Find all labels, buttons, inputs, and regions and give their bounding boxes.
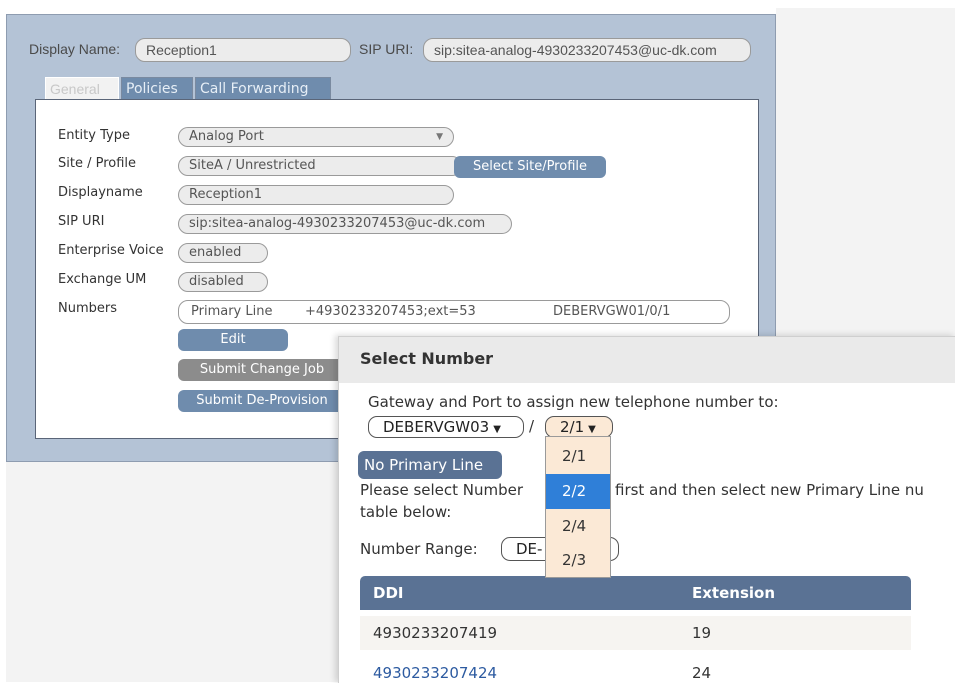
sip-uri-field[interactable]: sip:sitea-analog-4930233207453@uc-dk.com	[423, 38, 751, 62]
number-port: DEBERVGW01/0/1	[553, 304, 671, 319]
port-option-2-1[interactable]: 2/1	[546, 439, 610, 474]
dialog-title: Select Number	[360, 349, 494, 368]
port-select[interactable]: 2/1 ▼	[545, 416, 613, 438]
submit-change-job-button[interactable]: Submit Change Job	[178, 359, 346, 381]
tab-call-forwarding[interactable]: Call Forwarding	[195, 77, 331, 101]
number-table-header: DDI Extension	[360, 576, 911, 610]
background-region	[776, 8, 955, 342]
instruction-text-line2: table below:	[360, 503, 452, 521]
number-range-label: Number Range:	[360, 540, 478, 558]
edit-button[interactable]: Edit	[178, 329, 288, 351]
numbers-label: Numbers	[58, 301, 117, 316]
chevron-down-icon: ▼	[436, 132, 443, 142]
displayname-field[interactable]: Reception1	[178, 185, 454, 205]
display-name-field[interactable]: Reception1	[135, 38, 351, 62]
ddi-cell: 4930233207424	[373, 664, 498, 682]
port-option-2-4[interactable]: 2/4	[546, 509, 610, 544]
background-region	[6, 462, 338, 682]
select-site-profile-button[interactable]: Select Site/Profile	[454, 156, 606, 178]
gateway-select[interactable]: DEBERVGW03 ▼	[368, 416, 524, 438]
site-profile-label: Site / Profile	[58, 156, 137, 171]
extension-cell: 24	[692, 664, 712, 682]
select-number-dialog: Select Number Gateway and Port to assign…	[338, 336, 955, 683]
instruction-text-start: Please select Number	[360, 481, 524, 499]
port-dropdown-list: 2/1 2/2 2/4 2/3	[545, 436, 611, 578]
exchange-um-field[interactable]: disabled	[178, 272, 268, 292]
gateway-port-separator: /	[529, 417, 535, 435]
numbers-row[interactable]: Primary Line +4930233207453;ext=53 DEBER…	[178, 300, 730, 324]
number-line-type: Primary Line	[191, 304, 273, 319]
instruction-text-end: first and then select new Primary Line n…	[615, 481, 924, 499]
entity-type-label: Entity Type	[58, 128, 130, 143]
no-primary-line-button[interactable]: No Primary Line	[358, 451, 502, 479]
port-select-value: 2/1	[560, 418, 585, 436]
column-header-extension: Extension	[692, 584, 775, 602]
ddi-cell: 4930233207419	[373, 624, 498, 642]
port-option-2-3[interactable]: 2/3	[546, 543, 610, 578]
exchange-um-label: Exchange UM	[58, 272, 147, 287]
chevron-down-icon: ▼	[493, 424, 501, 435]
number-value: +4930233207453;ext=53	[305, 304, 476, 319]
site-profile-field: SiteA / Unrestricted	[178, 156, 462, 176]
submit-deprovision-button[interactable]: Submit De-Provision	[178, 390, 346, 412]
tab-general[interactable]: General	[45, 77, 119, 101]
dialog-header: Select Number	[339, 337, 955, 383]
entity-type-select[interactable]: Analog Port ▼	[178, 127, 454, 147]
sip-uri-form-field[interactable]: sip:sitea-analog-4930233207453@uc-dk.com	[178, 214, 512, 234]
table-row[interactable]: 4930233207424 24	[360, 656, 911, 683]
displayname-label: Displayname	[58, 185, 143, 200]
extension-cell: 19	[692, 624, 712, 642]
gateway-select-value: DEBERVGW03	[383, 418, 490, 436]
enterprise-voice-field[interactable]: enabled	[178, 243, 268, 263]
sip-uri-form-label: SIP URI	[58, 214, 105, 229]
gateway-instruction-text: Gateway and Port to assign new telephone…	[368, 393, 779, 411]
table-row[interactable]: 4930233207419 19	[360, 616, 911, 650]
column-header-ddi: DDI	[373, 584, 404, 602]
display-name-label: Display Name:	[29, 41, 121, 57]
enterprise-voice-label: Enterprise Voice	[58, 243, 164, 258]
entity-type-value: Analog Port	[189, 129, 264, 144]
port-option-2-2[interactable]: 2/2	[546, 474, 610, 509]
sip-uri-label: SIP URI:	[359, 41, 414, 57]
chevron-down-icon: ▼	[588, 424, 596, 435]
tab-policies[interactable]: Policies	[121, 77, 193, 101]
